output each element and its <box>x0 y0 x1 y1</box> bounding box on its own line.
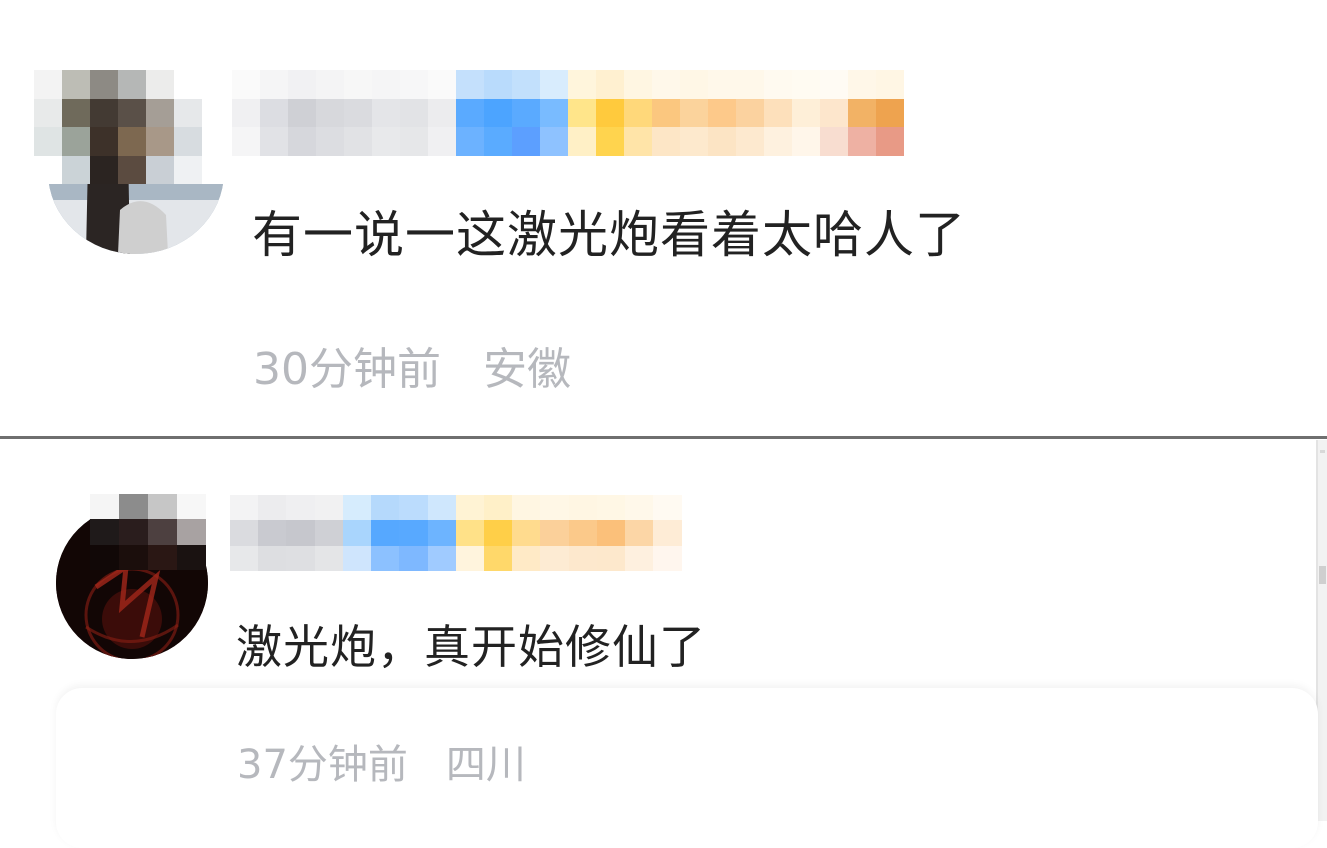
comment-text: 激光炮，真开始修仙了 <box>236 620 706 674</box>
comment-location: 安徽 <box>483 344 571 395</box>
comment-meta: 37分钟前 四川 <box>237 736 526 794</box>
avatar-mosaic <box>90 494 206 570</box>
username-mosaic[interactable] <box>230 495 738 571</box>
comment-meta: 30分钟前 安徽 <box>253 338 571 402</box>
username-mosaic[interactable] <box>232 70 932 156</box>
comment-text: 有一说一这激光炮看着太哈人了 <box>252 206 966 264</box>
comment-time: 30分钟前 <box>253 344 441 395</box>
divider <box>0 436 1327 439</box>
comment-location: 四川 <box>445 742 526 788</box>
scrollbar-thumb[interactable] <box>1319 566 1326 584</box>
scrollbar[interactable] <box>1318 440 1327 821</box>
scrollbar-mark <box>1320 450 1325 453</box>
avatar-mosaic <box>34 70 230 184</box>
comment-time: 37分钟前 <box>237 742 408 788</box>
